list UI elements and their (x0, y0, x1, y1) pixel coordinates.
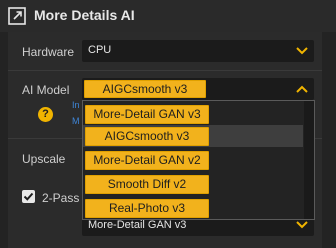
chevron-down-icon (296, 47, 308, 55)
dropdown-option-label: AIGCsmooth v3 (85, 127, 209, 146)
help-icon[interactable]: ? (38, 107, 53, 122)
dropdown-scrollbar[interactable] (304, 101, 314, 219)
upscale-label: Upscale (22, 152, 66, 166)
dropdown-option-label: More-Detail GAN v2 (85, 151, 209, 170)
dropdown-option[interactable]: Real-Photo v3 (83, 197, 303, 219)
ai-model-label: AI Model (22, 83, 70, 97)
two-pass-label: 2-Pass (42, 191, 80, 205)
dropdown-option-label: Real-Photo v3 (85, 199, 209, 218)
ai-model-selected-pill: AIGCsmooth v3 (84, 80, 206, 98)
dropdown-option[interactable]: More-Detail GAN v2 (83, 149, 303, 171)
dropdown-option-label: More-Detail GAN v3 (85, 105, 209, 124)
two-pass-checkbox[interactable] (22, 190, 35, 203)
chevron-up-icon (296, 85, 308, 93)
info-link-fragment[interactable]: In (72, 100, 80, 110)
panel-header: More Details AI (0, 0, 336, 32)
info-link-fragment[interactable]: M (72, 116, 80, 126)
expand-window-icon[interactable] (7, 6, 27, 26)
second-model-value: More-Detail GAN v3 (88, 219, 187, 231)
chevron-down-icon (296, 221, 308, 229)
ai-model-select[interactable]: AIGCsmooth v3 (82, 78, 314, 100)
panel-title: More Details AI (34, 7, 135, 23)
divider (8, 70, 322, 71)
dropdown-option-highlighted[interactable]: AIGCsmooth v3 (83, 125, 303, 147)
dropdown-option-label: Smooth Diff v2 (85, 175, 209, 194)
ai-model-dropdown: More-Detail GAN v3 AIGCsmooth v3 More-De… (82, 100, 315, 220)
hardware-label: Hardware (22, 45, 75, 59)
dropdown-option[interactable]: Smooth Diff v2 (83, 173, 303, 195)
hardware-value: CPU (88, 44, 112, 56)
dropdown-option[interactable]: More-Detail GAN v3 (83, 103, 303, 125)
checkmark-icon (23, 192, 34, 201)
hardware-select[interactable]: CPU (82, 40, 314, 62)
